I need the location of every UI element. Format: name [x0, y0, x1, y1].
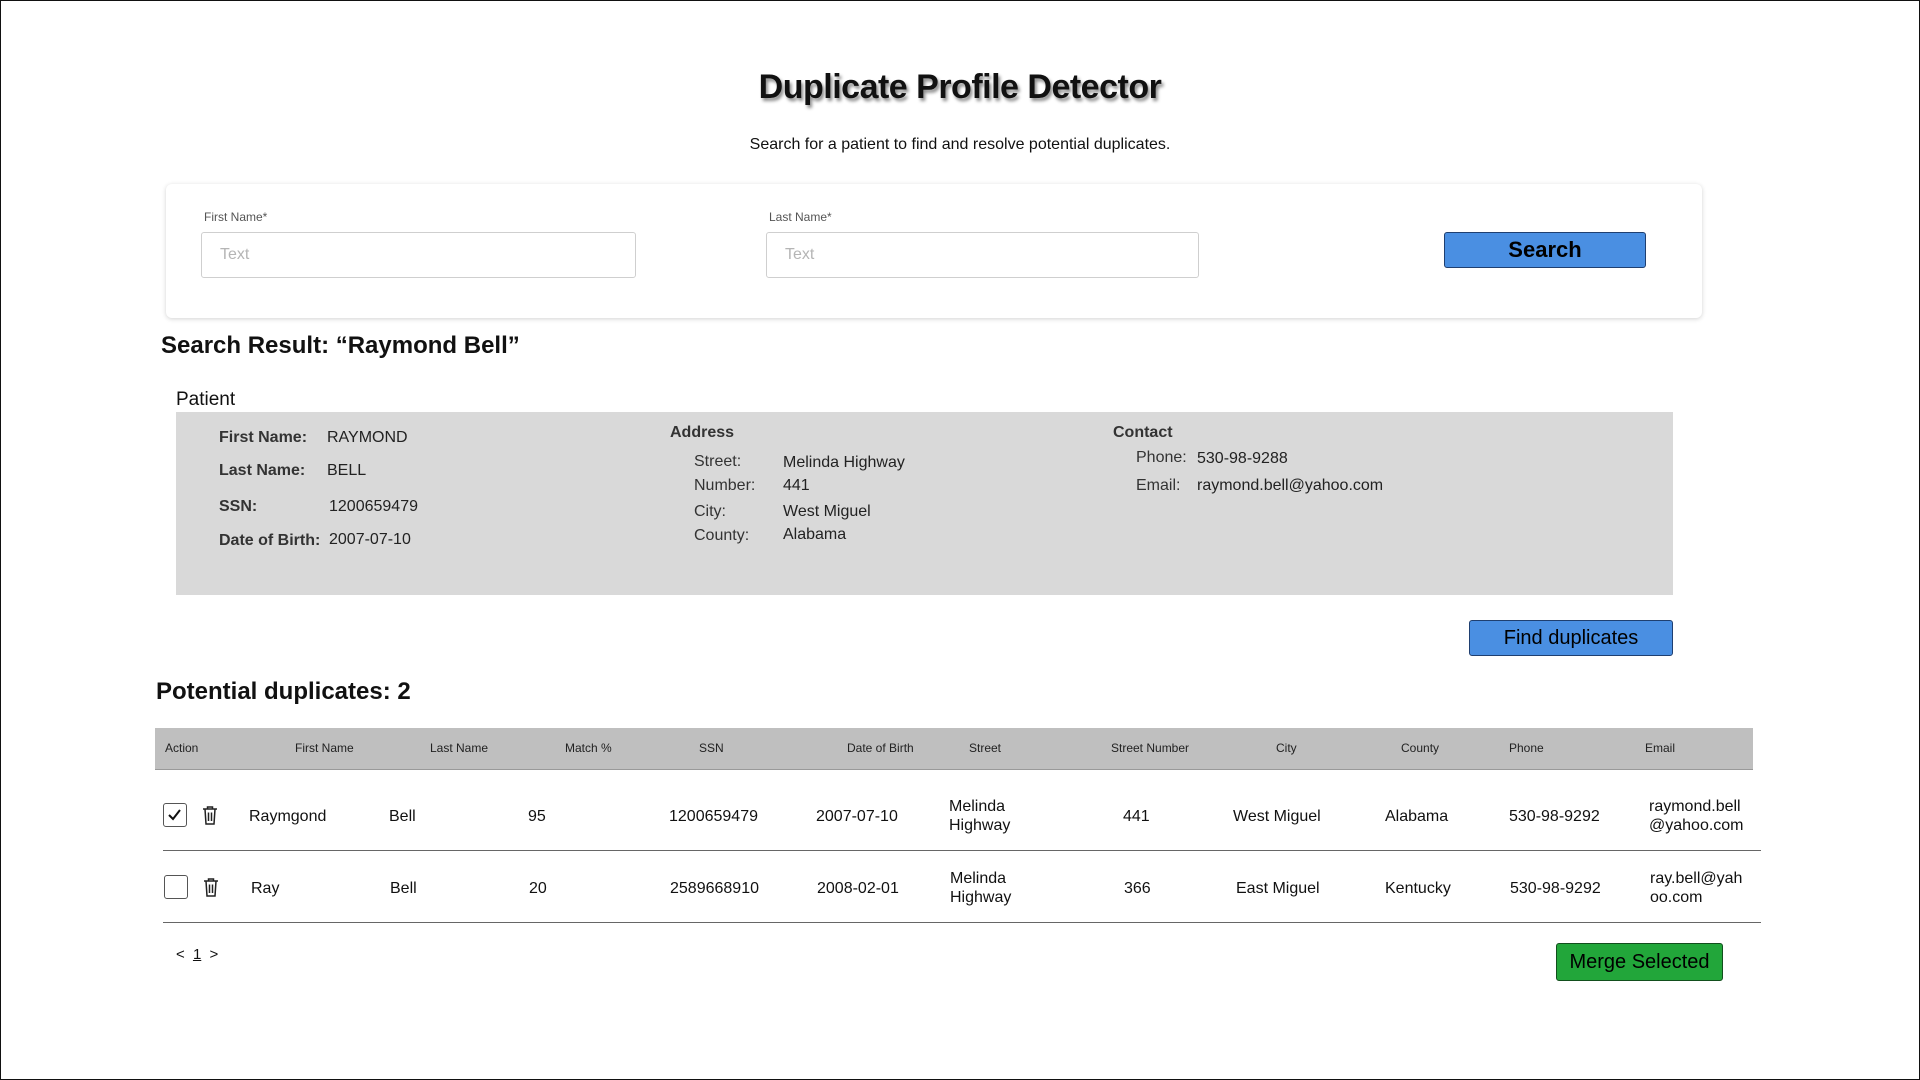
last-name-label: Last Name*	[769, 210, 832, 224]
cell-email-line-2: @yahoo.com	[1649, 817, 1744, 834]
checkmark-icon	[168, 809, 181, 821]
last-name-input[interactable]	[766, 232, 1199, 278]
row-divider	[163, 922, 1761, 923]
patient-street-number: 441	[783, 477, 810, 494]
patient-first-name: RAYMOND	[327, 429, 408, 446]
row-select-checkbox[interactable]	[164, 875, 188, 899]
cell-street-number: 366	[1124, 880, 1151, 897]
column-header-email: Email	[1645, 741, 1676, 755]
column-header-first-name: First Name	[295, 741, 354, 755]
patient-ssn: 1200659479	[329, 498, 418, 515]
patient-email: raymond.bell@yahoo.com	[1197, 477, 1384, 494]
cell-email-line-2: oo.com	[1650, 889, 1703, 906]
search-card: First Name* Last Name* Search	[166, 184, 1702, 318]
patient-ssn-label: SSN:	[219, 498, 258, 515]
column-header-county: County	[1401, 741, 1440, 755]
county-label: County:	[694, 527, 750, 544]
merge-selected-button[interactable]: Merge Selected	[1556, 943, 1723, 981]
duplicates-table-header: Action First Name Last Name Match % SSN …	[155, 728, 1753, 770]
pagination-prev[interactable]: <	[176, 946, 185, 963]
column-header-action: Action	[165, 741, 199, 755]
page-subtitle: Search for a patient to find and resolve…	[749, 136, 1171, 153]
patient-last-name-label: Last Name:	[219, 462, 306, 479]
patient-dob-label: Date of Birth:	[219, 532, 321, 549]
column-header-dob: Date of Birth	[847, 741, 914, 755]
address-heading: Address	[670, 424, 735, 441]
search-result-heading: Search Result: “Raymond Bell”	[161, 332, 520, 359]
street-label: Street:	[694, 453, 742, 470]
row-divider	[163, 850, 1761, 851]
page-title: Duplicate Profile Detector	[758, 68, 1162, 106]
patient-county: Alabama	[783, 526, 847, 543]
patient-first-name-label: First Name:	[219, 429, 308, 446]
cell-street-line-2: Highway	[950, 889, 1012, 906]
contact-heading: Contact	[1113, 424, 1173, 441]
patient-heading: Patient	[176, 389, 236, 410]
city-label: City:	[694, 503, 726, 520]
cell-city: East Miguel	[1236, 880, 1320, 897]
cell-match: 95	[528, 808, 546, 825]
cell-first-name: Ray	[251, 880, 280, 897]
cell-match: 20	[529, 880, 547, 897]
cell-dob: 2007-07-10	[816, 808, 898, 825]
email-label: Email:	[1136, 477, 1181, 494]
column-header-street: Street	[969, 741, 1002, 755]
column-header-match: Match %	[565, 741, 612, 755]
search-button[interactable]: Search	[1444, 232, 1646, 268]
first-name-input[interactable]	[201, 232, 636, 278]
cell-street: Melinda Highway	[949, 797, 1010, 835]
patient-phone: 530-98-9288	[1197, 450, 1288, 467]
patient-street: Melinda Highway	[783, 454, 905, 471]
patient-details-panel: First Name: RAYMOND Last Name: BELL SSN:…	[176, 412, 1673, 595]
column-header-phone: Phone	[1509, 741, 1544, 755]
cell-county: Alabama	[1385, 808, 1449, 825]
cell-email-line-1: ray.bell@yah	[1650, 870, 1743, 887]
cell-street-line-2: Highway	[949, 817, 1011, 834]
patient-last-name: BELL	[327, 462, 367, 479]
column-header-last-name: Last Name	[430, 741, 489, 755]
cell-last-name: Bell	[390, 880, 417, 897]
column-header-street-number: Street Number	[1111, 741, 1190, 755]
cell-phone: 530-98-9292	[1509, 808, 1600, 825]
cell-street: Melinda Highway	[950, 869, 1011, 907]
potential-duplicates-heading: Potential duplicates: 2	[156, 678, 411, 705]
find-duplicates-button[interactable]: Find duplicates	[1469, 620, 1673, 656]
cell-email-line-1: raymond.bell	[1649, 798, 1741, 815]
column-header-ssn: SSN	[699, 741, 724, 755]
cell-ssn: 1200659479	[669, 808, 758, 825]
cell-first-name: Raymgond	[249, 808, 327, 825]
phone-label: Phone:	[1136, 449, 1187, 466]
pagination-page-1[interactable]: 1	[193, 946, 201, 963]
cell-phone: 530-98-9292	[1510, 880, 1601, 897]
cell-last-name: Bell	[389, 808, 416, 825]
pagination-next[interactable]: >	[209, 946, 218, 963]
pagination: < 1 >	[176, 946, 218, 963]
cell-street-line-1: Melinda	[949, 798, 1006, 815]
patient-city: West Miguel	[783, 503, 871, 520]
cell-dob: 2008-02-01	[817, 880, 899, 897]
row-select-checkbox[interactable]	[163, 803, 187, 827]
cell-email: raymond.bell @yahoo.com	[1649, 797, 1744, 835]
cell-county: Kentucky	[1385, 880, 1451, 897]
cell-street-line-1: Melinda	[950, 870, 1007, 887]
trash-icon[interactable]	[203, 877, 219, 897]
first-name-label: First Name*	[204, 210, 268, 224]
cell-street-number: 441	[1123, 808, 1150, 825]
cell-email: ray.bell@yah oo.com	[1650, 869, 1742, 907]
cell-city: West Miguel	[1233, 808, 1321, 825]
number-label: Number:	[694, 477, 756, 494]
trash-icon[interactable]	[202, 805, 218, 825]
column-header-city: City	[1276, 741, 1297, 755]
patient-dob: 2007-07-10	[329, 531, 411, 548]
cell-ssn: 2589668910	[670, 880, 759, 897]
